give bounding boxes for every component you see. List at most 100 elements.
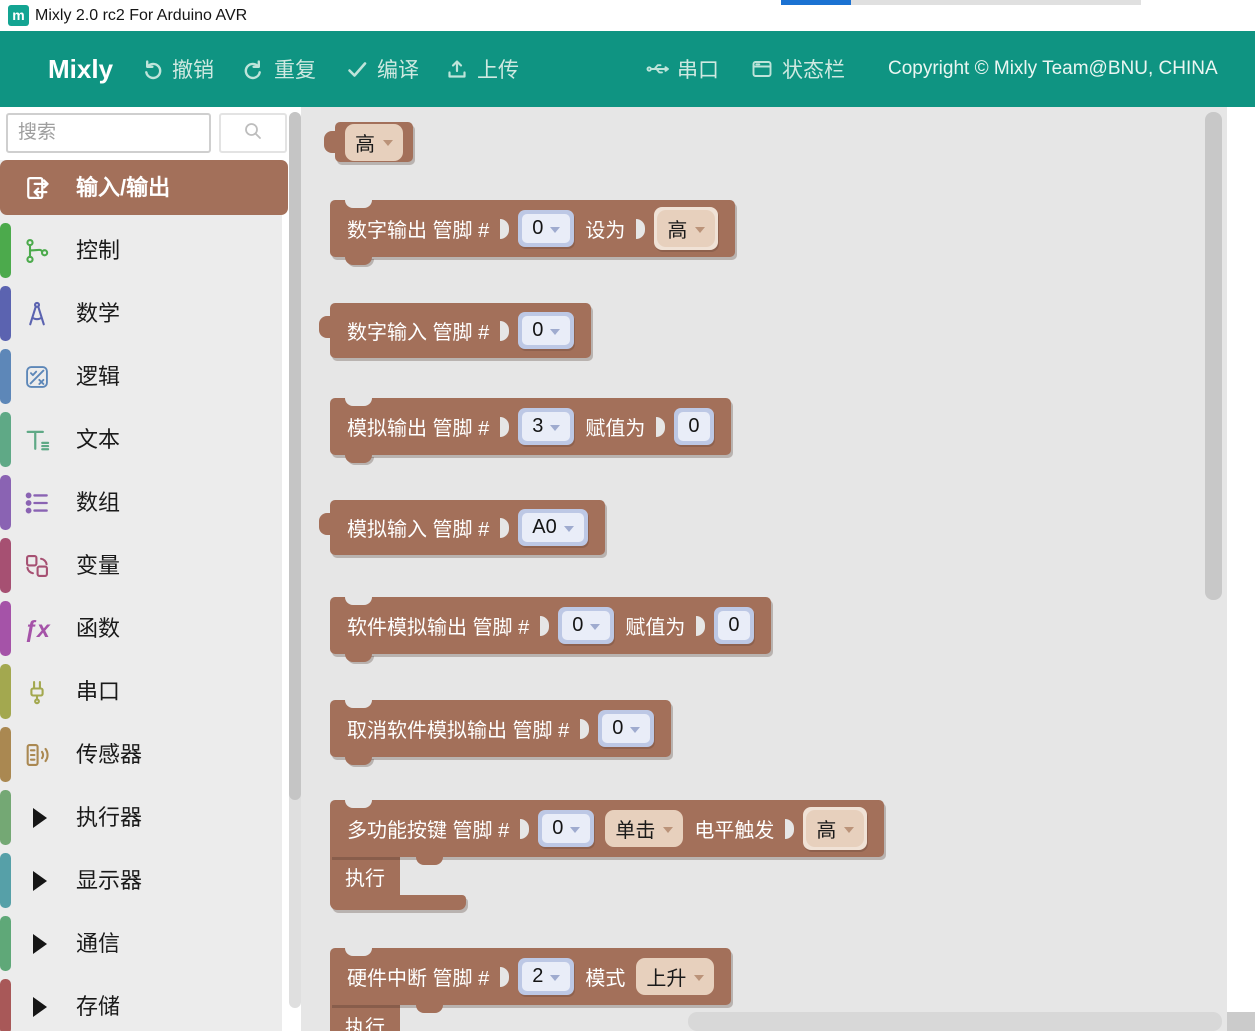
pin-number-field[interactable]: 0 [522, 316, 570, 345]
sidebar-item-0[interactable]: 输入/输出 [0, 160, 288, 215]
pin-number-value: 0 [688, 415, 699, 438]
pin-number-block[interactable]: 3 [518, 408, 574, 445]
toolbar-button-label: 串口 [677, 54, 719, 84]
category-label: 通信 [76, 916, 120, 971]
block-analog-write[interactable]: 模拟输出 管脚 #3赋值为0 [330, 398, 731, 455]
toolbar-button-usb[interactable]: 串口 [645, 31, 719, 107]
dropdown-value: 上升 [646, 962, 686, 991]
pin-number-field[interactable]: 3 [522, 412, 570, 441]
pin-number-field[interactable]: A0 [522, 513, 583, 542]
sidebar-item-13[interactable]: 存储 [0, 979, 288, 1031]
socket-notch [656, 417, 665, 437]
sidebar-item-7[interactable]: ƒx函数 [0, 601, 288, 656]
pin-number-field[interactable]: 0 [522, 214, 570, 243]
sidebar-item-4[interactable]: 文本 [0, 412, 288, 467]
sidebar-item-9[interactable]: 传感器 [0, 727, 288, 782]
sidebar-item-12[interactable]: 通信 [0, 916, 288, 971]
sidebar-item-3[interactable]: 逻辑 [0, 349, 288, 404]
pin-number-block[interactable]: 0 [518, 312, 574, 349]
pin-number-block[interactable]: 2 [518, 958, 574, 995]
dropdown-field[interactable]: 高 [345, 124, 403, 161]
block-high-constant[interactable]: 高 [335, 122, 413, 162]
collapsed-arrow [22, 803, 52, 833]
sidebar-item-10[interactable]: 执行器 [0, 790, 288, 845]
toolbar-button-upload[interactable]: 上传 [445, 31, 519, 107]
toolbar-button-redo[interactable]: 重复 [242, 31, 316, 107]
pin-number-block[interactable]: 0 [674, 408, 713, 445]
block-body-label: 执行 [345, 862, 385, 891]
pin-number-value: 3 [532, 415, 543, 438]
pin-number-field[interactable]: 0 [562, 611, 610, 640]
toolbar-button-undo[interactable]: 撤销 [140, 31, 214, 107]
dropdown-value: 单击 [615, 814, 655, 843]
collapsed-arrow [22, 929, 52, 959]
level-shadow-block[interactable]: 高 [654, 207, 718, 250]
undo-icon [140, 57, 164, 81]
pin-number-block[interactable]: 0 [538, 810, 594, 847]
block-text: 多功能按键 管脚 # [347, 814, 509, 843]
sidebar-item-5[interactable]: 数组 [0, 475, 288, 530]
dropdown-field[interactable]: 单击 [605, 810, 683, 847]
pin-number-field[interactable]: 2 [522, 962, 570, 991]
block-digital-read[interactable]: 数字输入 管脚 # 0 [330, 303, 591, 358]
block-text: 数字输入 管脚 # [347, 316, 489, 345]
flyout-scrollbar-thumb[interactable] [289, 112, 301, 800]
block-text: 模拟输入 管脚 # [347, 513, 489, 542]
pin-number-block[interactable]: 0 [714, 607, 753, 644]
pin-number-field[interactable]: 0 [542, 814, 590, 843]
category-color-bar [0, 664, 11, 719]
control-icon [22, 236, 52, 266]
window-title: Mixly 2.0 rc2 For Arduino AVR [35, 0, 247, 31]
category-color-bar [0, 790, 11, 845]
sidebar-item-6[interactable]: 变量 [0, 538, 288, 593]
search-input[interactable] [6, 113, 211, 153]
block-multi-function-button[interactable]: 多功能按键 管脚 #0单击电平触发高执行 [330, 800, 884, 910]
toolbar-button-window[interactable]: 状态栏 [750, 31, 845, 107]
pin-number-block[interactable]: 0 [558, 607, 614, 644]
pin-number-block[interactable]: 0 [518, 210, 574, 247]
dropdown-field[interactable]: 上升 [636, 958, 714, 995]
workspace-horizontal-scrollbar-thumb[interactable] [688, 1012, 1222, 1031]
variable-icon [22, 551, 52, 581]
sidebar-item-11[interactable]: 显示器 [0, 853, 288, 908]
pin-number-block[interactable]: A0 [518, 509, 587, 546]
category-label: 执行器 [76, 790, 142, 845]
array-icon [22, 488, 52, 518]
block-analog-read[interactable]: 模拟输入 管脚 # A0 [330, 500, 605, 555]
toolbar-button-label: 上传 [477, 54, 519, 84]
block-text: 赋值为 [625, 611, 685, 640]
text-icon [22, 425, 52, 455]
pin-number-field[interactable]: 0 [602, 714, 650, 743]
workspace-vertical-scrollbar-thumb[interactable] [1205, 112, 1222, 600]
pin-number-block[interactable]: 0 [598, 710, 654, 747]
sidebar-item-8[interactable]: 串口 [0, 664, 288, 719]
blockly-workspace[interactable]: 高数字输出 管脚 #0设为高数字输入 管脚 #0模拟输出 管脚 #3赋值为0模拟… [301, 107, 1227, 1031]
toolbar-button-check[interactable]: 编译 [345, 31, 419, 107]
level-shadow-block[interactable]: 高 [803, 807, 867, 850]
block-hardware-interrupt[interactable]: 硬件中断 管脚 #2模式上升执行 [330, 948, 731, 1031]
dropdown-value: 高 [355, 128, 375, 157]
main-toolbar: Mixly 撤销重复编译上传串口状态栏 Copyright © Mixly Te… [0, 31, 1255, 107]
logic-icon [22, 362, 52, 392]
block-soft-analog-cancel[interactable]: 取消软件模拟输出 管脚 #0 [330, 700, 671, 757]
block-soft-analog-write[interactable]: 软件模拟输出 管脚 #0赋值为0 [330, 597, 771, 654]
loading-bar-accent [781, 0, 851, 5]
dropdown-value: 高 [667, 214, 687, 243]
redo-icon [242, 57, 266, 81]
sensor-icon [22, 740, 52, 770]
category-label: 传感器 [76, 727, 142, 782]
dropdown-field[interactable]: 高 [806, 810, 864, 847]
sidebar-item-2[interactable]: 数学 [0, 286, 288, 341]
block-text: 数字输出 管脚 # [347, 214, 489, 243]
dropdown-arrow-icon [550, 425, 560, 431]
check-icon [345, 57, 369, 81]
mixly-app: m Mixly 2.0 rc2 For Arduino AVR Mixly 撤销… [0, 0, 1255, 1031]
socket-notch [580, 719, 589, 739]
block-digital-write[interactable]: 数字输出 管脚 #0设为高 [330, 200, 735, 257]
pin-number-field[interactable]: 0 [718, 611, 749, 640]
dropdown-field[interactable]: 高 [657, 210, 715, 247]
pin-number-value: A0 [532, 516, 556, 539]
pin-number-field[interactable]: 0 [678, 412, 709, 441]
search-button[interactable] [219, 113, 287, 153]
sidebar-item-1[interactable]: 控制 [0, 223, 288, 278]
